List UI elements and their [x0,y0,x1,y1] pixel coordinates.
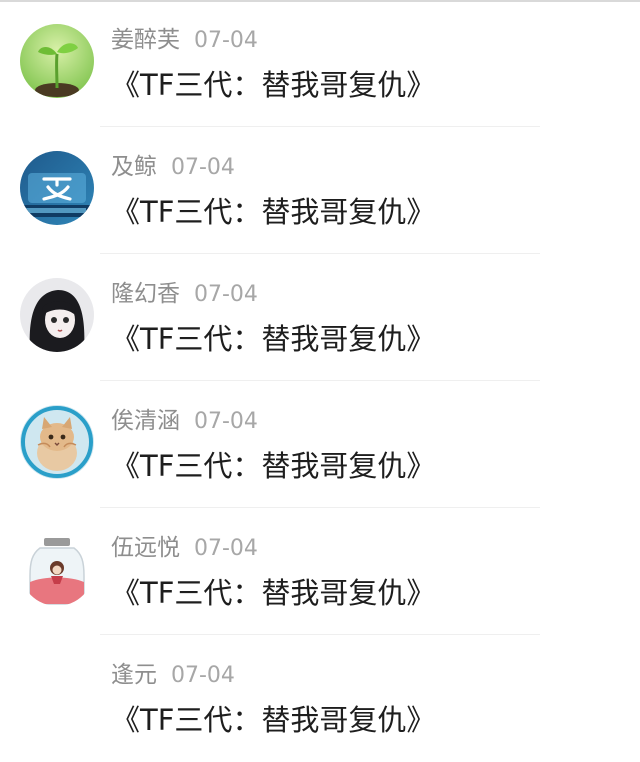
user-name[interactable]: 姜醉芙 [111,27,180,53]
comment-item[interactable]: 姜醉芙 07-04 《TF三代：替我哥复仇》 [0,0,640,127]
comment-meta: 姜醉芙 07-04 [111,20,258,60]
comment-item[interactable]: 逢元 07-04 《TF三代：替我哥复仇》 [0,635,640,762]
user-name[interactable]: 隆幻香 [111,281,180,307]
comment-date: 07-04 [194,282,258,307]
comment-date: 07-04 [194,536,258,561]
comment-meta: 及鲸 07-04 [111,147,235,187]
comment-date: 07-04 [171,155,235,180]
comment-meta: 伍远悦 07-04 [111,528,258,568]
comment-text: 《TF三代：替我哥复仇》 [111,68,436,102]
anime-girl-avatar-icon[interactable] [20,278,94,352]
user-name[interactable]: 俟清涵 [111,408,180,434]
comment-meta: 逢元 07-04 [111,655,235,695]
user-name[interactable]: 伍远悦 [111,535,180,561]
comment-meta: 俟清涵 07-04 [111,401,258,441]
comment-meta: 隆幻香 07-04 [111,274,258,314]
comment-text: 《TF三代：替我哥复仇》 [111,322,436,356]
comment-date: 07-04 [194,409,258,434]
kitten-avatar-icon[interactable] [20,405,94,479]
comment-date: 07-04 [194,28,258,53]
seedling-avatar-icon[interactable] [20,24,94,98]
jar-avatar-icon[interactable] [20,532,94,606]
comment-item[interactable]: 及鲸 07-04 《TF三代：替我哥复仇》 [0,127,640,254]
user-name[interactable]: 及鲸 [111,154,157,180]
comment-item[interactable]: 伍远悦 07-04 《TF三代：替我哥复仇》 [0,508,640,635]
comment-text: 《TF三代：替我哥复仇》 [111,703,436,737]
comment-item[interactable]: 隆幻香 07-04 《TF三代：替我哥复仇》 [0,254,640,381]
blue-character-avatar-icon[interactable] [20,151,94,225]
comment-text: 《TF三代：替我哥复仇》 [111,449,436,483]
comment-list: 姜醉芙 07-04 《TF三代：替我哥复仇》 及鲸 07-04 《TF三代：替我… [0,0,640,762]
comment-date: 07-04 [171,663,235,688]
comment-text: 《TF三代：替我哥复仇》 [111,195,436,229]
comment-text: 《TF三代：替我哥复仇》 [111,576,436,610]
user-name[interactable]: 逢元 [111,662,157,688]
comment-item[interactable]: 俟清涵 07-04 《TF三代：替我哥复仇》 [0,381,640,508]
